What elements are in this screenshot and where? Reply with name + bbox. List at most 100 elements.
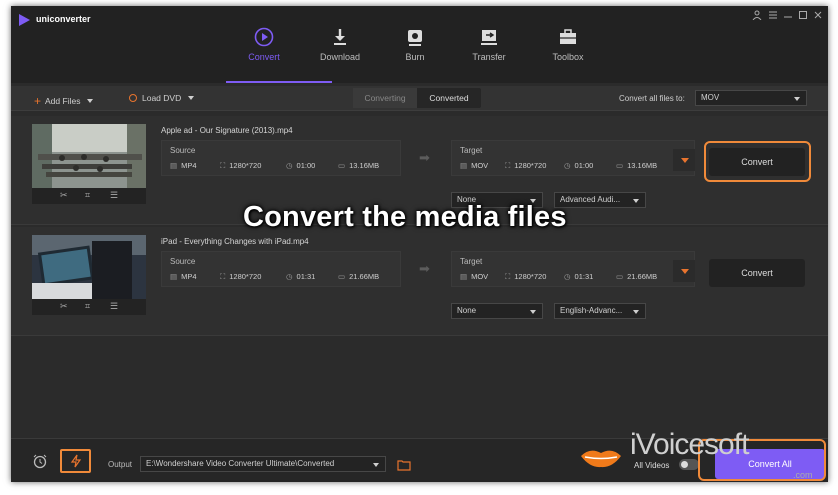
convert-all-format-select[interactable]: MOV xyxy=(695,90,807,106)
target-settings-dropdown[interactable] xyxy=(673,260,695,282)
audio-value: English-Advanc... xyxy=(560,306,623,315)
minimize-icon[interactable] xyxy=(783,10,793,23)
film-icon: ▤ xyxy=(170,161,178,170)
file-name: iPad - Everything Changes with iPad.mp4 xyxy=(161,237,309,246)
tab-converted[interactable]: Converted xyxy=(417,88,481,108)
convert-all-to-label: Convert all files to: xyxy=(619,94,685,103)
video-thumbnail[interactable] xyxy=(32,235,146,299)
nav-burn[interactable]: Burn xyxy=(385,26,445,62)
convert-all-format-value: MOV xyxy=(701,93,720,102)
load-dvd-button[interactable]: Load DVD xyxy=(129,93,195,103)
resolution-icon: ⛶ xyxy=(220,161,226,170)
trim-icon[interactable]: ✂ xyxy=(60,301,68,312)
conversion-tabs: Converting Converted xyxy=(353,88,481,108)
convert-icon xyxy=(234,26,294,48)
dvd-icon xyxy=(129,94,137,102)
maximize-icon[interactable] xyxy=(798,10,808,23)
nav-toolbox[interactable]: Toolbox xyxy=(538,26,598,62)
chevron-down-icon xyxy=(794,97,800,101)
app-logo-icon xyxy=(19,14,30,26)
resolution-icon: ⛶ xyxy=(220,272,226,281)
effects-icon[interactable]: ☰ xyxy=(110,301,118,312)
source-size: ▭ 21.66MB xyxy=(338,272,380,281)
arrow-right-icon: ➡ xyxy=(419,261,430,276)
target-info[interactable]: Target ▤ MOV ⛶ 1280*720 ◷ 01:00 ▭ 13.16MB xyxy=(451,140,695,176)
nav-transfer[interactable]: Transfer xyxy=(459,26,519,62)
folder-icon: ▭ xyxy=(616,272,624,281)
resolution-icon: ⛶ xyxy=(505,161,511,170)
nav-burn-label: Burn xyxy=(405,52,425,62)
user-icon[interactable] xyxy=(752,10,762,23)
source-label: Source xyxy=(170,257,196,266)
target-format: ▤ MOV xyxy=(460,272,489,281)
video-thumbnail[interactable] xyxy=(32,124,146,188)
clock-icon: ◷ xyxy=(286,272,293,281)
open-folder-icon[interactable] xyxy=(397,458,411,476)
source-duration: ◷ 01:00 xyxy=(286,161,316,170)
subtitle-select[interactable]: None xyxy=(451,303,543,319)
plus-icon: + xyxy=(34,94,42,108)
alarm-clock-icon[interactable] xyxy=(32,453,48,474)
target-info[interactable]: Target ▤ MOV ⛶ 1280*720 ◷ 01:31 ▭ 21.66MB xyxy=(451,251,695,287)
convert-button[interactable]: Convert xyxy=(709,259,805,287)
load-dvd-dropdown-icon[interactable] xyxy=(188,96,195,100)
load-dvd-label: Load DVD xyxy=(142,93,182,103)
add-files-dropdown-icon[interactable] xyxy=(87,99,94,103)
tab-converting[interactable]: Converting xyxy=(353,88,417,108)
nav-convert[interactable]: Convert xyxy=(234,26,294,62)
tutorial-caption: Convert the media files xyxy=(243,201,567,233)
chevron-down-icon xyxy=(681,158,689,163)
source-format: ▤ MP4 xyxy=(170,272,197,281)
watermark-suffix: .com xyxy=(793,470,813,480)
nav-convert-label: Convert xyxy=(248,52,280,62)
target-settings-dropdown[interactable] xyxy=(673,149,695,171)
target-duration: ◷ 01:00 xyxy=(564,161,594,170)
toolbox-icon xyxy=(538,26,598,48)
source-duration: ◷ 01:31 xyxy=(286,272,316,281)
file-name: Apple ad - Our Signature (2013).mp4 xyxy=(161,126,293,135)
audio-value: Advanced Audi... xyxy=(560,195,621,204)
folder-icon: ▭ xyxy=(616,161,624,170)
nav-download[interactable]: Download xyxy=(310,26,370,62)
high-speed-button[interactable] xyxy=(60,449,91,473)
source-label: Source xyxy=(170,146,196,155)
add-files-label: Add Files xyxy=(45,96,81,106)
lips-logo-icon xyxy=(580,447,622,469)
clock-icon: ◷ xyxy=(564,161,571,170)
close-icon[interactable] xyxy=(813,10,823,23)
chevron-down-icon xyxy=(633,310,639,314)
film-icon: ▤ xyxy=(460,272,468,281)
nav-transfer-label: Transfer xyxy=(472,52,506,62)
thumbnail-tools: ✂ ⌗ ☰ xyxy=(32,299,146,315)
target-size: ▭ 13.16MB xyxy=(616,161,658,170)
film-icon: ▤ xyxy=(170,272,178,281)
folder-icon: ▭ xyxy=(338,161,346,170)
merge-all-videos-label: All Videos xyxy=(634,461,670,470)
app-name: uniconverter xyxy=(36,14,91,24)
target-label: Target xyxy=(460,146,483,155)
lightning-icon xyxy=(70,454,82,473)
trim-icon[interactable]: ✂ xyxy=(60,190,68,201)
source-info: Source ▤ MP4 ⛶ 1280*720 ◷ 01:31 ▭ 21.66MB xyxy=(161,251,401,287)
file-row: ✂ ⌗ ☰ iPad - Everything Changes with iPa… xyxy=(11,227,828,336)
output-path-select[interactable]: E:\Wondershare Video Converter Ultimate\… xyxy=(140,456,386,472)
source-resolution: ⛶ 1280*720 xyxy=(220,272,262,281)
crop-icon[interactable]: ⌗ xyxy=(85,301,90,312)
burn-icon xyxy=(385,26,445,48)
source-size: ▭ 13.16MB xyxy=(338,161,380,170)
output-path-value: E:\Wondershare Video Converter Ultimate\… xyxy=(146,459,335,468)
app-window: uniconverter Convert Download Burn Trans… xyxy=(11,6,828,482)
transfer-icon xyxy=(459,26,519,48)
crop-icon[interactable]: ⌗ xyxy=(85,190,90,201)
film-icon: ▤ xyxy=(460,161,468,170)
target-label: Target xyxy=(460,257,483,266)
audio-select[interactable]: Advanced Audi... xyxy=(554,192,646,208)
audio-select[interactable]: English-Advanc... xyxy=(554,303,646,319)
nav-active-underline xyxy=(226,81,332,83)
target-format: ▤ MOV xyxy=(460,161,489,170)
effects-icon[interactable]: ☰ xyxy=(110,190,118,201)
menu-icon[interactable] xyxy=(768,10,778,23)
nav-download-label: Download xyxy=(319,52,361,62)
add-files-button[interactable]: + Add Files xyxy=(34,93,94,108)
clock-icon: ◷ xyxy=(286,161,293,170)
